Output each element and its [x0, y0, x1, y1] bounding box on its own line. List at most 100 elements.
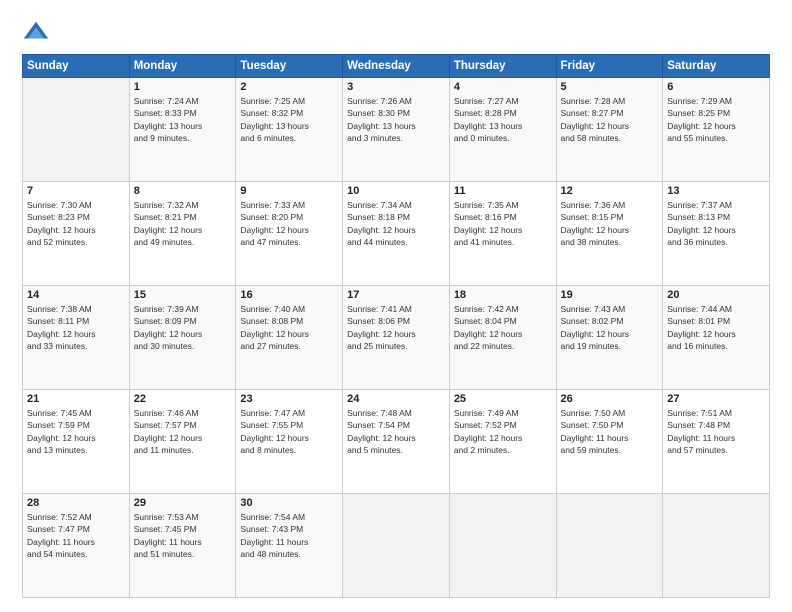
day-number: 1	[134, 81, 232, 93]
day-number: 13	[667, 185, 765, 197]
day-number: 8	[134, 185, 232, 197]
header	[22, 18, 770, 46]
day-info: Sunrise: 7:33 AM Sunset: 8:20 PM Dayligh…	[240, 199, 338, 248]
day-info: Sunrise: 7:32 AM Sunset: 8:21 PM Dayligh…	[134, 199, 232, 248]
day-number: 29	[134, 497, 232, 509]
day-cell: 12 Sunrise: 7:36 AM Sunset: 8:15 PM Dayli…	[556, 182, 663, 286]
day-number: 12	[561, 185, 659, 197]
day-cell: 2 Sunrise: 7:25 AM Sunset: 8:32 PM Daylig…	[236, 78, 343, 182]
day-info: Sunrise: 7:37 AM Sunset: 8:13 PM Dayligh…	[667, 199, 765, 248]
day-info: Sunrise: 7:35 AM Sunset: 8:16 PM Dayligh…	[454, 199, 552, 248]
day-header-monday: Monday	[129, 55, 236, 78]
day-number: 27	[667, 393, 765, 405]
day-info: Sunrise: 7:51 AM Sunset: 7:48 PM Dayligh…	[667, 407, 765, 456]
week-row-3: 14 Sunrise: 7:38 AM Sunset: 8:11 PM Dayli…	[23, 286, 770, 390]
day-number: 26	[561, 393, 659, 405]
day-cell: 15Sunrise: 7:39 AM Sunset: 8:09 PM Dayli…	[129, 286, 236, 390]
day-number: 5	[561, 81, 659, 93]
week-row-1: 1 Sunrise: 7:24 AM Sunset: 8:33 PM Daylig…	[23, 78, 770, 182]
day-info: Sunrise: 7:42 AM Sunset: 8:04 PM Dayligh…	[454, 303, 552, 352]
day-number: 3	[347, 81, 445, 93]
day-number: 7	[27, 185, 125, 197]
day-number: 20	[667, 289, 765, 301]
day-cell: 3 Sunrise: 7:26 AM Sunset: 8:30 PM Daylig…	[343, 78, 450, 182]
day-number: 22	[134, 393, 232, 405]
day-cell: 11 Sunrise: 7:35 AM Sunset: 8:16 PM Dayli…	[449, 182, 556, 286]
day-info: Sunrise: 7:29 AM Sunset: 8:25 PM Dayligh…	[667, 95, 765, 144]
day-info: Sunrise: 7:40 AM Sunset: 8:08 PM Dayligh…	[240, 303, 338, 352]
day-number: 19	[561, 289, 659, 301]
calendar-header-row: SundayMondayTuesdayWednesdayThursdayFrid…	[23, 55, 770, 78]
day-cell: 18 Sunrise: 7:42 AM Sunset: 8:04 PM Dayli…	[449, 286, 556, 390]
day-cell	[343, 494, 450, 598]
day-cell: 13 Sunrise: 7:37 AM Sunset: 8:13 PM Dayli…	[663, 182, 770, 286]
week-row-4: 21Sunrise: 7:45 AM Sunset: 7:59 PM Dayli…	[23, 390, 770, 494]
day-cell: 1 Sunrise: 7:24 AM Sunset: 8:33 PM Daylig…	[129, 78, 236, 182]
day-info: Sunrise: 7:25 AM Sunset: 8:32 PM Dayligh…	[240, 95, 338, 144]
day-number: 17	[347, 289, 445, 301]
day-cell: 5 Sunrise: 7:28 AM Sunset: 8:27 PM Daylig…	[556, 78, 663, 182]
day-cell: 8 Sunrise: 7:32 AM Sunset: 8:21 PM Daylig…	[129, 182, 236, 286]
day-cell: 19 Sunrise: 7:43 AM Sunset: 8:02 PM Dayli…	[556, 286, 663, 390]
day-info: Sunrise: 7:46 AM Sunset: 7:57 PM Dayligh…	[134, 407, 232, 456]
page: SundayMondayTuesdayWednesdayThursdayFrid…	[0, 0, 792, 612]
day-info: Sunrise: 7:34 AM Sunset: 8:18 PM Dayligh…	[347, 199, 445, 248]
day-cell	[449, 494, 556, 598]
day-number: 2	[240, 81, 338, 93]
day-info: Sunrise: 7:38 AM Sunset: 8:11 PM Dayligh…	[27, 303, 125, 352]
day-info: Sunrise: 7:26 AM Sunset: 8:30 PM Dayligh…	[347, 95, 445, 144]
day-cell: 25 Sunrise: 7:49 AM Sunset: 7:52 PM Dayli…	[449, 390, 556, 494]
day-info: Sunrise: 7:50 AM Sunset: 7:50 PM Dayligh…	[561, 407, 659, 456]
day-number: 11	[454, 185, 552, 197]
day-info: Sunrise: 7:53 AM Sunset: 7:45 PM Dayligh…	[134, 511, 232, 560]
day-cell: 22 Sunrise: 7:46 AM Sunset: 7:57 PM Dayli…	[129, 390, 236, 494]
day-number: 10	[347, 185, 445, 197]
day-cell: 17 Sunrise: 7:41 AM Sunset: 8:06 PM Dayli…	[343, 286, 450, 390]
day-info: Sunrise: 7:28 AM Sunset: 8:27 PM Dayligh…	[561, 95, 659, 144]
day-cell	[23, 78, 130, 182]
day-cell	[663, 494, 770, 598]
day-number: 16	[240, 289, 338, 301]
day-info: Sunrise: 7:39 AM Sunset: 8:09 PM Dayligh…	[134, 303, 232, 352]
day-number: 24	[347, 393, 445, 405]
day-cell: 16 Sunrise: 7:40 AM Sunset: 8:08 PM Dayli…	[236, 286, 343, 390]
day-cell: 23Sunrise: 7:47 AM Sunset: 7:55 PM Dayli…	[236, 390, 343, 494]
day-info: Sunrise: 7:54 AM Sunset: 7:43 PM Dayligh…	[240, 511, 338, 560]
day-info: Sunrise: 7:41 AM Sunset: 8:06 PM Dayligh…	[347, 303, 445, 352]
day-cell: 29 Sunrise: 7:53 AM Sunset: 7:45 PM Dayli…	[129, 494, 236, 598]
day-cell: 20 Sunrise: 7:44 AM Sunset: 8:01 PM Dayli…	[663, 286, 770, 390]
day-cell: 14 Sunrise: 7:38 AM Sunset: 8:11 PM Dayli…	[23, 286, 130, 390]
day-header-sunday: Sunday	[23, 55, 130, 78]
day-number: 25	[454, 393, 552, 405]
day-info: Sunrise: 7:43 AM Sunset: 8:02 PM Dayligh…	[561, 303, 659, 352]
day-number: 18	[454, 289, 552, 301]
day-cell: 28 Sunrise: 7:52 AM Sunset: 7:47 PM Dayli…	[23, 494, 130, 598]
day-number: 30	[240, 497, 338, 509]
day-number: 28	[27, 497, 125, 509]
day-info: Sunrise: 7:48 AM Sunset: 7:54 PM Dayligh…	[347, 407, 445, 456]
day-cell: 6 Sunrise: 7:29 AM Sunset: 8:25 PM Daylig…	[663, 78, 770, 182]
day-header-saturday: Saturday	[663, 55, 770, 78]
week-row-2: 7 Sunrise: 7:30 AM Sunset: 8:23 PM Daylig…	[23, 182, 770, 286]
day-header-friday: Friday	[556, 55, 663, 78]
day-number: 14	[27, 289, 125, 301]
day-info: Sunrise: 7:45 AM Sunset: 7:59 PM Dayligh…	[27, 407, 125, 456]
day-number: 6	[667, 81, 765, 93]
day-cell: 7 Sunrise: 7:30 AM Sunset: 8:23 PM Daylig…	[23, 182, 130, 286]
day-number: 9	[240, 185, 338, 197]
day-cell: 24 Sunrise: 7:48 AM Sunset: 7:54 PM Dayli…	[343, 390, 450, 494]
day-info: Sunrise: 7:24 AM Sunset: 8:33 PM Dayligh…	[134, 95, 232, 144]
day-cell: 10 Sunrise: 7:34 AM Sunset: 8:18 PM Dayli…	[343, 182, 450, 286]
week-row-5: 28 Sunrise: 7:52 AM Sunset: 7:47 PM Dayli…	[23, 494, 770, 598]
day-info: Sunrise: 7:36 AM Sunset: 8:15 PM Dayligh…	[561, 199, 659, 248]
day-info: Sunrise: 7:30 AM Sunset: 8:23 PM Dayligh…	[27, 199, 125, 248]
day-cell: 9 Sunrise: 7:33 AM Sunset: 8:20 PM Daylig…	[236, 182, 343, 286]
calendar-table: SundayMondayTuesdayWednesdayThursdayFrid…	[22, 54, 770, 598]
day-number: 23	[240, 393, 338, 405]
day-cell: 30 Sunrise: 7:54 AM Sunset: 7:43 PM Dayli…	[236, 494, 343, 598]
day-info: Sunrise: 7:49 AM Sunset: 7:52 PM Dayligh…	[454, 407, 552, 456]
day-info: Sunrise: 7:44 AM Sunset: 8:01 PM Dayligh…	[667, 303, 765, 352]
day-info: Sunrise: 7:52 AM Sunset: 7:47 PM Dayligh…	[27, 511, 125, 560]
day-cell: 4Sunrise: 7:27 AM Sunset: 8:28 PM Daylig…	[449, 78, 556, 182]
day-cell: 21Sunrise: 7:45 AM Sunset: 7:59 PM Dayli…	[23, 390, 130, 494]
